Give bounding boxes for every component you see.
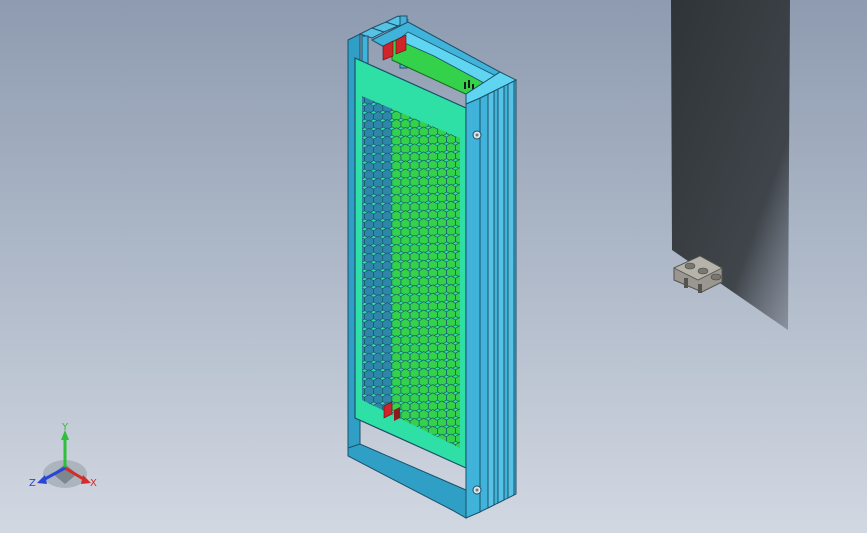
y-axis-label: Y <box>61 422 69 433</box>
terminal-slot-2 <box>698 284 702 293</box>
vent-hole <box>400 443 411 448</box>
terminal-slot-1 <box>684 278 688 288</box>
x-axis-label: X <box>90 478 97 489</box>
vent-hole <box>382 435 393 446</box>
terminal-screw-2 <box>697 267 709 275</box>
side-heatsink-fins <box>487 80 515 509</box>
vent-hole <box>373 435 384 447</box>
vent-hole <box>382 443 393 448</box>
housing-right-front-edge <box>465 97 481 519</box>
z-axis-label: Z <box>29 478 36 489</box>
power-supply-model[interactable] <box>347 15 518 519</box>
model-scene[interactable]: Y X Z <box>0 0 867 533</box>
3d-viewport[interactable]: Y X Z <box>0 0 867 533</box>
vent-hole <box>410 452 419 462</box>
vent-hole <box>419 451 428 461</box>
vent-hole <box>391 443 402 448</box>
terminal-screw-1 <box>684 262 696 270</box>
mounting-screw-top-inner <box>475 133 479 137</box>
mounting-screw-bottom-inner <box>475 488 479 492</box>
terminal-screw-3 <box>710 273 722 281</box>
vent-hole <box>364 435 374 447</box>
vent-hole <box>401 452 410 462</box>
vent-hole <box>364 427 374 439</box>
axis-triad[interactable]: Y X Z <box>29 422 97 489</box>
